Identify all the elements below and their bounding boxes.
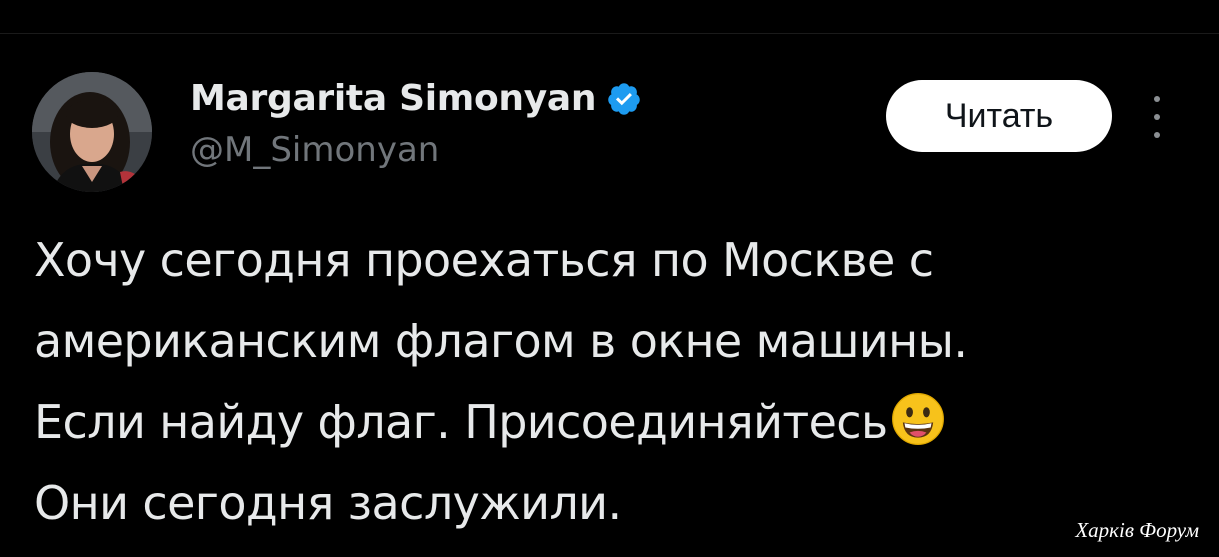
avatar-photo [32,72,152,192]
watermark: Харків Форум [1075,518,1199,542]
grinning-face-emoji-icon [892,393,945,445]
tweet-line: американским флагом в окне машины. [34,314,968,368]
more-dot [1154,96,1160,102]
top-divider [0,33,1219,34]
more-vertical-icon[interactable] [1146,96,1168,138]
tweet-line: Если найду флаг. Присоединяйтесь [34,395,888,449]
follow-button[interactable]: Читать [886,80,1112,152]
author-name-text: Margarita Simonyan [190,78,597,119]
more-dot [1154,132,1160,138]
verified-badge-icon [608,82,640,115]
author-handle[interactable]: @M_Simonyan [190,130,439,170]
avatar[interactable] [32,72,152,192]
tweet-text: Хочу сегодня проехаться по Москве с амер… [34,220,1194,544]
tweet-line: Хочу сегодня проехаться по Москве с [34,233,934,287]
more-dot [1154,114,1160,120]
tweet-line-with-emoji: Если найду флаг. Присоединяйтесь [34,382,1194,463]
author-name[interactable]: Margarita Simonyan [190,78,642,119]
tweet-line: Они сегодня заслужили. [34,476,622,530]
